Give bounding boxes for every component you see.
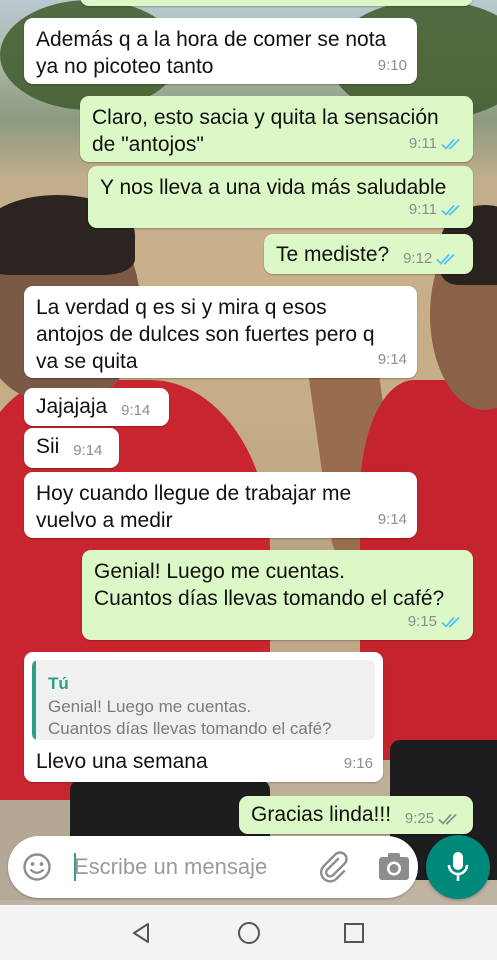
paperclip-icon[interactable] [316,850,350,884]
previous-message-edge [80,0,473,6]
read-ticks-icon [441,615,463,629]
message-time: 9:10 [377,57,407,74]
message-text: Además q a la hora de comer se nota ya n… [36,28,387,78]
message-bubble-outgoing[interactable]: Claro, esto sacia y quita la sensación d… [80,96,473,162]
read-ticks-icon [441,137,463,151]
message-composer [8,836,418,898]
message-time: 9:11 [408,201,437,218]
message-bubble-incoming[interactable]: La verdad q es si y mira q esos antojos … [24,286,417,378]
message-meta: 9:12 [403,245,458,272]
quote-author: Tú [48,674,69,693]
message-meta: 9:16 [344,750,373,777]
microphone-button[interactable] [426,835,490,899]
message-time: 9:14 [377,511,407,528]
quote-accent-bar [32,660,36,740]
message-bubble-incoming[interactable]: Jajajaja 9:14 [24,388,169,426]
quoted-message[interactable]: Tú Genial! Luego me cuentas. Cuantos día… [32,660,375,740]
message-meta: 9:14 [378,506,407,533]
message-meta: 9:25 [405,805,460,832]
back-triangle-icon[interactable] [128,919,156,947]
message-time: 9:11 [408,135,437,152]
message-text: Y nos lleva a una vida más saludable [100,176,447,199]
message-bubble-outgoing[interactable]: Genial! Luego me cuentas. Cuantos días l… [82,550,473,640]
read-ticks-icon [436,252,458,266]
delivered-ticks-icon [438,812,460,826]
message-time: 9:14 [73,442,103,459]
message-text: Llevo una semana [36,750,208,773]
emoji-icon[interactable] [22,852,52,882]
read-ticks-icon [441,203,463,217]
message-time: 9:25 [404,810,435,827]
message-meta: 9:11 [409,130,463,157]
message-time: 9:14 [121,402,151,419]
message-time: 9:14 [377,351,407,368]
message-bubble-outgoing[interactable]: Y nos lleva a una vida más saludable 9:1… [88,166,473,228]
message-bubble-incoming[interactable]: Sii 9:14 [24,428,119,468]
message-meta: 9:14 [73,437,102,464]
message-time: 9:15 [407,613,437,630]
microphone-icon [447,852,469,881]
message-meta: 9:14 [378,346,407,373]
message-text: Jajajaja [36,395,108,418]
message-text: La verdad q es si y mira q esos antojos … [36,296,375,373]
message-text: Genial! Luego me cuentas. Cuantos días l… [94,560,445,610]
recents-square-icon[interactable] [340,919,368,947]
message-bubble-incoming[interactable]: Además q a la hora de comer se nota ya n… [24,18,417,84]
system-navigation-bar [0,905,497,960]
message-bubble-outgoing[interactable]: Gracias linda!!! 9:25 [239,796,473,834]
message-meta: 9:10 [378,52,407,79]
message-meta: 9:14 [121,397,150,424]
camera-icon[interactable] [378,852,410,882]
conversation-area[interactable]: Además q a la hora de comer se nota ya n… [0,0,497,905]
message-meta: 9:11 [409,196,463,223]
message-meta: 9:15 [408,608,463,635]
message-bubble-outgoing[interactable]: Te mediste? 9:12 [264,234,473,274]
message-text: Sii [36,435,60,458]
message-bubble-incoming[interactable]: Hoy cuando llegue de trabajar me vuelvo … [24,472,417,538]
message-time: 9:12 [403,250,433,267]
message-text: Te mediste? [276,243,390,266]
message-bubble-incoming-reply[interactable]: Tú Genial! Luego me cuentas. Cuantos día… [24,652,383,782]
message-text: Claro, esto sacia y quita la sensación d… [92,106,439,156]
message-time: 9:16 [343,755,373,772]
quote-text: Genial! Luego me cuentas. Cuantos días l… [48,697,332,738]
message-text: Hoy cuando llegue de trabajar me vuelvo … [36,482,352,532]
home-circle-icon[interactable] [235,919,263,947]
message-input[interactable] [74,850,304,884]
message-text: Gracias linda!!! [251,803,392,826]
